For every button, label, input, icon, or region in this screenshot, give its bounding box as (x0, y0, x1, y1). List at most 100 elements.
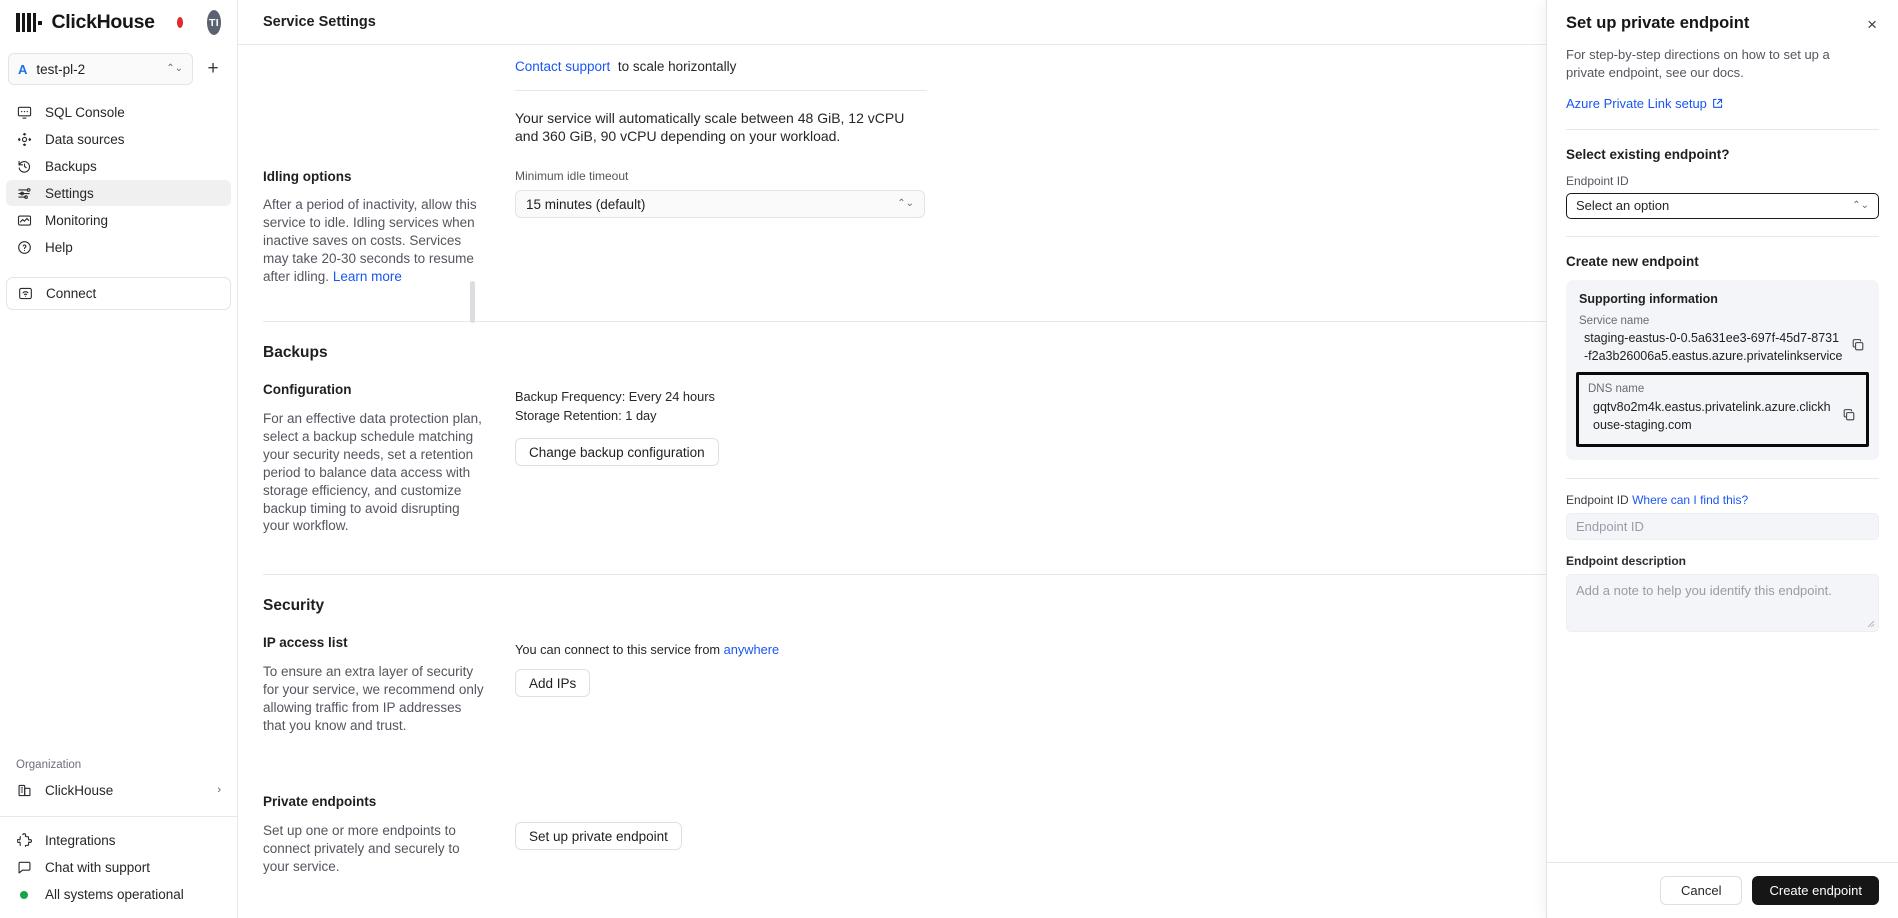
select-existing-heading: Select existing endpoint? (1566, 147, 1879, 162)
sidebar-item-system-status[interactable]: All systems operational (0, 881, 237, 908)
connect-label: Connect (46, 286, 96, 301)
endpoint-description-textarea[interactable]: Add a note to help you identify this end… (1566, 574, 1879, 632)
chevron-updown-icon: ⌃⌄ (1852, 201, 1869, 211)
settings-icon (16, 185, 32, 201)
sidebar-item-sql-console[interactable]: SQL Console (6, 99, 231, 125)
sidebar-item-organization[interactable]: ClickHouse › (0, 776, 237, 804)
add-service-button[interactable]: + (199, 55, 227, 83)
sidebar-item-label: All systems operational (45, 887, 184, 902)
status-dot-icon (16, 887, 32, 903)
panel-link-label: Azure Private Link setup (1566, 96, 1707, 111)
avatar[interactable]: TI (207, 10, 221, 35)
change-backup-configuration-button[interactable]: Change backup configuration (515, 438, 719, 466)
ip-access-title: IP access list (263, 635, 497, 650)
private-endpoints-left: Private endpoints Set up one or more end… (263, 794, 515, 875)
endpoint-description-label: Endpoint description (1566, 554, 1879, 568)
endpoint-id-select[interactable]: Select an option ⌃⌄ (1566, 193, 1879, 219)
sidebar-item-label: Help (45, 240, 73, 255)
idling-learn-more-link[interactable]: Learn more (333, 269, 402, 284)
endpoint-description-placeholder: Add a note to help you identify this end… (1576, 583, 1832, 598)
endpoint-id-input[interactable]: Endpoint ID (1566, 513, 1879, 540)
where-can-i-find-this-link[interactable]: Where can I find this? (1632, 493, 1748, 507)
clickhouse-logo-icon (16, 13, 42, 32)
create-new-heading: Create new endpoint (1566, 254, 1879, 269)
azure-private-link-setup-link[interactable]: Azure Private Link setup (1566, 96, 1723, 111)
private-endpoints-description: Set up one or more endpoints to connect … (263, 822, 487, 875)
backups-description: For an effective data protection plan, s… (263, 410, 487, 535)
help-icon (16, 239, 32, 255)
sidebar-item-label: Monitoring (45, 213, 108, 228)
backups-left: Backups Configuration For an effective d… (263, 344, 515, 535)
connect-icon (17, 286, 33, 302)
cancel-button[interactable]: Cancel (1660, 876, 1742, 905)
organization-label: Organization (0, 759, 237, 776)
set-up-private-endpoint-button[interactable]: Set up private endpoint (515, 822, 682, 850)
idle-timeout-value: 15 minutes (default) (526, 197, 645, 212)
scrollbar-thumb[interactable] (470, 281, 475, 323)
contact-support-suffix: to scale horizontally (618, 59, 737, 74)
copy-icon[interactable] (1851, 338, 1866, 357)
service-name-label: test-pl-2 (36, 62, 157, 77)
idling-left: Idling options After a period of inactiv… (263, 169, 515, 285)
backups-config-title: Configuration (263, 382, 497, 397)
sidebar-item-integrations[interactable]: Integrations (0, 827, 237, 854)
service-name-label: Service name (1579, 315, 1866, 327)
chevron-right-icon: › (217, 784, 221, 796)
private-endpoint-panel: Set up private endpoint × For step-by-st… (1546, 0, 1898, 918)
copy-icon[interactable] (1842, 408, 1857, 427)
resize-grip-icon[interactable] (1867, 620, 1875, 628)
supporting-info-title: Supporting information (1579, 292, 1866, 306)
panel-description: For step-by-step directions on how to se… (1566, 46, 1856, 82)
sidebar-item-help[interactable]: Help (6, 234, 231, 260)
endpoint-id-field-label-row: Endpoint ID Where can I find this? (1566, 493, 1879, 507)
sidebar-item-label: SQL Console (45, 105, 125, 120)
endpoint-id-select-label: Endpoint ID (1566, 174, 1879, 188)
sidebar-item-backups[interactable]: Backups (6, 153, 231, 179)
connect-wrap: Connect (0, 261, 237, 310)
sidebar-item-label: Data sources (45, 132, 125, 147)
add-ips-button[interactable]: Add IPs (515, 669, 590, 697)
integrations-icon (16, 833, 32, 849)
sidebar-item-settings[interactable]: Settings (6, 180, 231, 206)
private-endpoints-title: Private endpoints (263, 794, 497, 809)
security-section-title: Security (263, 597, 497, 615)
sidebar-item-label: Chat with support (45, 860, 150, 875)
record-indicator-icon (177, 17, 183, 28)
page-title: Service Settings (263, 14, 376, 30)
supporting-information-card: Supporting information Service name stag… (1566, 280, 1879, 460)
chevron-updown-icon: ⌃⌄ (897, 199, 914, 209)
sidebar-item-label: Integrations (45, 833, 116, 848)
contact-support-link[interactable]: Contact support (515, 59, 610, 74)
organization-name: ClickHouse (45, 783, 113, 798)
sidebar-nav: SQL Console Data sources Backups (0, 95, 237, 261)
organization-icon (16, 782, 32, 798)
panel-divider-2 (1566, 236, 1879, 237)
service-name-value: staging-eastus-0-0.5a631ee3-697f-45d7-87… (1584, 330, 1843, 366)
sidebar-item-chat-support[interactable]: Chat with support (0, 854, 237, 881)
endpoint-id-field-label: Endpoint ID (1566, 493, 1629, 507)
panel-title: Set up private endpoint (1566, 14, 1867, 33)
ip-access-description: To ensure an extra layer of security for… (263, 663, 485, 734)
endpoint-id-placeholder: Endpoint ID (1576, 519, 1644, 534)
anywhere-link[interactable]: anywhere (724, 642, 780, 657)
idling-description: After a period of inactivity, allow this… (263, 196, 481, 285)
panel-title-row: Set up private endpoint × (1566, 14, 1879, 33)
service-name-row: staging-eastus-0-0.5a631ee3-697f-45d7-87… (1579, 330, 1866, 366)
brand-row: ClickHouse TI (0, 0, 237, 45)
sidebar-bottom: Organization ClickHouse › (0, 759, 237, 918)
panel-header: Set up private endpoint × For step-by-st… (1547, 0, 1898, 130)
sidebar-item-data-sources[interactable]: Data sources (6, 126, 231, 152)
chat-icon (16, 860, 32, 876)
backups-icon (16, 158, 32, 174)
azure-icon: A (18, 63, 27, 76)
idle-timeout-select[interactable]: 15 minutes (default) ⌃⌄ (515, 190, 925, 218)
service-selector[interactable]: A test-pl-2 ⌃⌄ (8, 53, 193, 85)
panel-divider-3 (1566, 478, 1879, 479)
panel-body: Select existing endpoint? Endpoint ID Se… (1547, 130, 1898, 862)
sidebar-item-monitoring[interactable]: Monitoring (6, 207, 231, 233)
create-endpoint-button[interactable]: Create endpoint (1752, 876, 1879, 905)
data-sources-icon (16, 131, 32, 147)
dns-name-highlight-box: DNS name gqtv8o2m4k.eastus.privatelink.a… (1576, 372, 1869, 447)
close-icon[interactable]: × (1867, 14, 1879, 33)
connect-button[interactable]: Connect (6, 277, 231, 310)
